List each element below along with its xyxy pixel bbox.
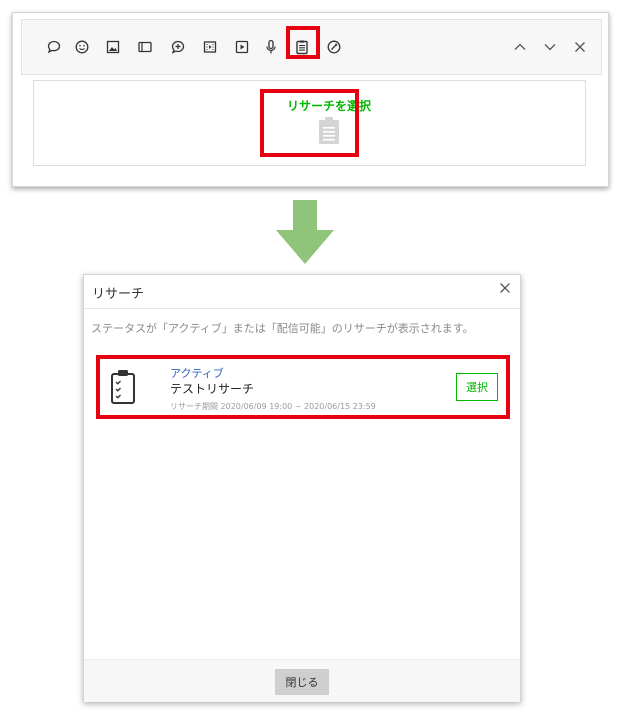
down-arrow-icon <box>276 200 334 264</box>
coupon-icon[interactable] <box>324 37 344 57</box>
chevron-up-icon[interactable] <box>510 37 530 57</box>
modal-description: ステータスが「アクティブ」または「配信可能」のリサーチが表示されます。 <box>91 322 474 335</box>
play-icon[interactable] <box>232 37 252 57</box>
clipboard-checklist-icon <box>111 370 135 404</box>
research-status: アクティブ <box>170 367 224 380</box>
research-period: リサーチ期間 2020/06/09 19:00 ~ 2020/06/15 23:… <box>170 402 376 411</box>
research-modal: リサーチ ステータスが「アクティブ」または「配信可能」のリサーチが表示されます。… <box>83 274 521 702</box>
smiley-icon[interactable] <box>72 37 92 57</box>
video-icon[interactable] <box>200 37 220 57</box>
modal-footer: 閉じる <box>84 660 520 702</box>
message-editor: リサーチを選択 <box>12 12 609 187</box>
select-button[interactable]: 選択 <box>456 373 498 401</box>
research-name: テストリサーチ <box>170 382 255 396</box>
modal-header-divider <box>84 308 520 309</box>
microphone-icon[interactable] <box>261 37 281 57</box>
sticker-bubble-icon[interactable] <box>168 37 188 57</box>
research-list-item[interactable]: アクティブ テストリサーチ リサーチ期間 2020/06/09 19:00 ~ … <box>96 355 510 419</box>
research-icon-highlight <box>286 26 320 59</box>
close-icon[interactable] <box>570 37 590 57</box>
select-research-highlight <box>260 89 359 157</box>
close-button[interactable]: 閉じる <box>275 669 329 695</box>
chevron-down-icon[interactable] <box>540 37 560 57</box>
card-icon[interactable] <box>135 37 155 57</box>
modal-title: リサーチ <box>92 287 145 302</box>
modal-close-icon[interactable] <box>498 281 512 295</box>
image-icon[interactable] <box>103 37 123 57</box>
speech-bubble-icon[interactable] <box>44 37 64 57</box>
